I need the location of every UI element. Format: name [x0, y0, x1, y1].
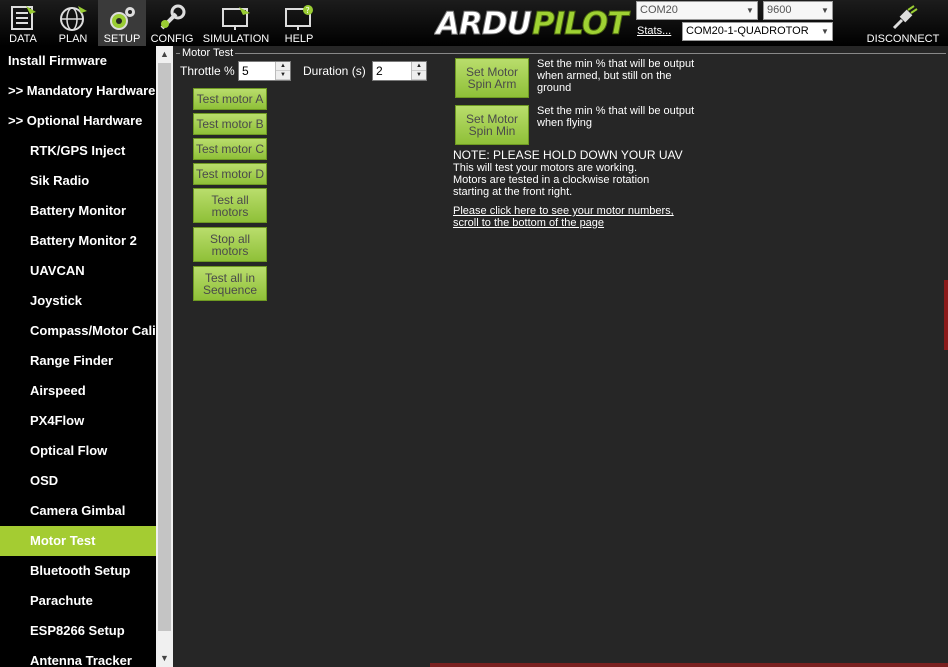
sidebar-item[interactable]: Compass/Motor Calib: [0, 316, 156, 346]
throttle-spinner[interactable]: ▲ ▼: [275, 62, 290, 80]
throttle-input[interactable]: 5 ▲ ▼: [238, 61, 291, 81]
test-all-motors-button[interactable]: Test all motors: [193, 188, 267, 223]
sidebar-item[interactable]: Range Finder: [0, 346, 156, 376]
sidebar-item[interactable]: >> Optional Hardware: [0, 106, 156, 136]
spin-down-icon[interactable]: ▼: [412, 71, 426, 80]
spin-min-button[interactable]: Set Motor Spin Min: [455, 105, 529, 145]
disconnect-button-label: DISCONNECT: [866, 33, 940, 45]
mission-planner-window: DATA PLAN SETUP CONFIG SIMULATION ? HELP…: [0, 0, 948, 667]
stats-link[interactable]: Stats...: [637, 25, 671, 37]
group-border: [176, 53, 946, 54]
throttle-label: Throttle %: [180, 64, 235, 78]
duration-value: 2: [376, 64, 383, 78]
motor-test-group-title: Motor Test: [180, 47, 236, 59]
throttle-value: 5: [242, 64, 249, 78]
svg-text:PILOT: PILOT: [532, 6, 631, 40]
spin-up-icon[interactable]: ▲: [412, 62, 426, 71]
sidebar-item[interactable]: Battery Monitor: [0, 196, 156, 226]
config-button-label: CONFIG: [150, 33, 194, 45]
help-button-label: HELP: [284, 33, 314, 45]
stop-all-motors-button[interactable]: Stop all motors: [193, 227, 267, 262]
simulation-button-label: SIMULATION: [202, 33, 270, 45]
background-edge: [944, 280, 948, 350]
config-button[interactable]: CONFIG: [149, 0, 195, 46]
sidebar-item[interactable]: >> Mandatory Hardware: [0, 76, 156, 106]
data-screen-icon: [11, 6, 36, 30]
monitor-plane-icon: [222, 7, 250, 30]
duration-spinner[interactable]: ▲ ▼: [411, 62, 426, 80]
motor-numbers-link[interactable]: Please click here to see your motor numb…: [453, 205, 674, 217]
sidebar-item[interactable]: Antenna Tracker: [0, 646, 156, 667]
test-motor-c-button[interactable]: Test motor C: [193, 138, 267, 160]
vehicle-select[interactable]: COM20-1-QUADROTOR ▼: [682, 22, 833, 41]
globe-icon: [60, 6, 87, 31]
test-sequence-button[interactable]: Test all in Sequence: [193, 266, 267, 301]
note-line-4: starting at the front right.: [453, 186, 573, 198]
spin-up-icon[interactable]: ▲: [276, 62, 290, 71]
sidebar-item[interactable]: Install Firmware: [0, 46, 156, 76]
sidebar-item[interactable]: OSD: [0, 466, 156, 496]
sidebar-item[interactable]: Bluetooth Setup: [0, 556, 156, 586]
setup-button-label: SETUP: [103, 33, 141, 45]
svg-text:ARDU: ARDU: [434, 6, 532, 40]
ardupilot-logo: ARDU PILOT: [434, 6, 633, 41]
sidebar-item[interactable]: Battery Monitor 2: [0, 226, 156, 256]
sidebar-item[interactable]: Parachute: [0, 586, 156, 616]
baud-value: 9600: [767, 4, 792, 16]
test-motor-a-button[interactable]: Test motor A: [193, 88, 267, 110]
top-toolbar: DATA PLAN SETUP CONFIG SIMULATION ? HELP…: [0, 0, 948, 46]
plan-button[interactable]: PLAN: [50, 0, 96, 46]
background-edge-bottom: [430, 663, 948, 667]
scroll-up-icon[interactable]: ▲: [156, 46, 173, 63]
baud-select[interactable]: 9600 ▼: [763, 1, 833, 20]
setup-sidebar: Install Firmware >> Mandatory Hardware >> …: [0, 46, 156, 667]
duration-input[interactable]: 2 ▲ ▼: [372, 61, 427, 81]
motor-numbers-link-line-2[interactable]: scroll to the bottom of the page: [453, 217, 604, 229]
port-select[interactable]: COM20 ▼: [636, 1, 758, 20]
sidebar-item[interactable]: Motor Test: [0, 526, 156, 556]
data-button-label: DATA: [9, 33, 37, 45]
gear-icon: [110, 7, 135, 30]
duration-label: Duration (s): [303, 64, 366, 78]
svg-text:?: ?: [306, 6, 310, 15]
test-motor-b-button[interactable]: Test motor B: [193, 113, 267, 135]
scroll-down-icon[interactable]: ▼: [156, 650, 173, 667]
note-warning: NOTE: PLEASE HOLD DOWN YOUR UAV: [453, 148, 683, 162]
help-button[interactable]: ? HELP: [276, 0, 322, 46]
note-line-2: This will test your motors are working.: [453, 162, 637, 174]
sidebar-item[interactable]: Sik Radio: [0, 166, 156, 196]
plug-icon: [892, 5, 918, 30]
port-value: COM20: [640, 4, 678, 16]
sidebar-item[interactable]: UAVCAN: [0, 256, 156, 286]
simulation-button[interactable]: SIMULATION: [200, 0, 272, 46]
vehicle-value: COM20-1-QUADROTOR: [686, 25, 809, 37]
chevron-down-icon: ▼: [746, 6, 754, 15]
spin-down-icon[interactable]: ▼: [276, 71, 290, 80]
sidebar-item[interactable]: Camera Gimbal: [0, 496, 156, 526]
sidebar-item[interactable]: ESP8266 Setup: [0, 616, 156, 646]
data-button[interactable]: DATA: [0, 0, 46, 46]
scroll-thumb[interactable]: [158, 63, 171, 631]
chevron-down-icon: ▼: [821, 6, 829, 15]
sidebar-item[interactable]: RTK/GPS Inject: [0, 136, 156, 166]
plan-button-label: PLAN: [58, 33, 88, 45]
setup-button[interactable]: SETUP: [98, 0, 146, 46]
sidebar-item[interactable]: PX4Flow: [0, 406, 156, 436]
spin-arm-button[interactable]: Set Motor Spin Arm: [455, 58, 529, 98]
sidebar-item[interactable]: Airspeed: [0, 376, 156, 406]
sidebar-scrollbar[interactable]: ▲ ▼: [156, 46, 173, 667]
wrench-icon: [160, 4, 186, 30]
note-line-3: Motors are tested in a clockwise rotatio…: [453, 174, 650, 186]
spin-arm-description: Set the min % that will be output when a…: [537, 58, 695, 94]
disconnect-button[interactable]: DISCONNECT: [862, 0, 944, 46]
sidebar-item[interactable]: Optical Flow: [0, 436, 156, 466]
chevron-down-icon: ▼: [821, 27, 829, 36]
help-monitor-icon: ?: [285, 5, 313, 30]
sidebar-item[interactable]: Joystick: [0, 286, 156, 316]
spin-min-description: Set the min % that will be output when f…: [537, 105, 695, 129]
test-motor-d-button[interactable]: Test motor D: [193, 163, 267, 185]
